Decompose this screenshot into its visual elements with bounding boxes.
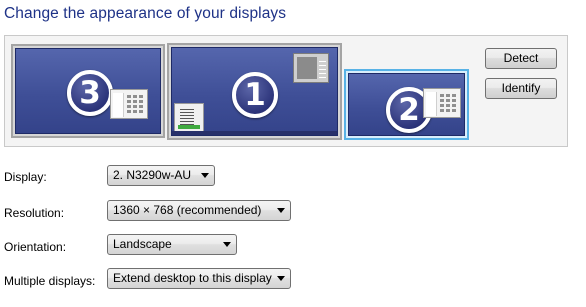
monitor-3[interactable]: 3 — [11, 44, 165, 138]
window-thumbnail-icon — [293, 53, 329, 83]
orientation-select-value: Landscape — [113, 237, 172, 251]
detect-button[interactable]: Detect — [485, 48, 557, 69]
taskbar — [172, 131, 337, 135]
dropdown-arrow-icon — [277, 208, 285, 213]
window-thumbnail-icon — [110, 89, 148, 119]
sidebar-gadget-icon — [174, 103, 204, 133]
window-thumbnail-icon — [423, 88, 461, 118]
monitor-number-badge: 1 — [232, 72, 278, 118]
orientation-label: Orientation: — [4, 240, 67, 254]
dropdown-arrow-icon — [223, 242, 231, 247]
display-select[interactable]: 2. N3290w-AU — [107, 165, 215, 186]
display-label: Display: — [4, 170, 47, 184]
multiple-displays-select[interactable]: Extend desktop to this display — [107, 268, 291, 289]
orientation-select[interactable]: Landscape — [107, 234, 237, 255]
monitor-3-screen: 3 — [15, 48, 161, 134]
resolution-label: Resolution: — [4, 206, 65, 220]
resolution-select-value: 1360 × 768 (recommended) — [113, 203, 262, 217]
identify-button[interactable]: Identify — [485, 78, 557, 99]
dropdown-arrow-icon — [201, 173, 209, 178]
multiple-displays-label: Multiple displays: — [4, 274, 96, 288]
monitor-arrangement-panel[interactable]: 3 1 2 Detect Identify — [4, 35, 568, 147]
monitor-1-screen: 1 — [171, 47, 338, 136]
monitor-2-screen: 2 — [348, 73, 465, 136]
page-title: Change the appearance of your displays — [4, 5, 287, 22]
display-select-value: 2. N3290w-AU — [113, 168, 192, 182]
monitor-number-badge: 3 — [67, 70, 113, 116]
multiple-displays-select-value: Extend desktop to this display — [113, 271, 272, 285]
monitor-2[interactable]: 2 — [344, 69, 469, 140]
monitor-1[interactable]: 1 — [167, 43, 342, 140]
resolution-select[interactable]: 1360 × 768 (recommended) — [107, 200, 291, 221]
dropdown-arrow-icon — [277, 276, 285, 281]
